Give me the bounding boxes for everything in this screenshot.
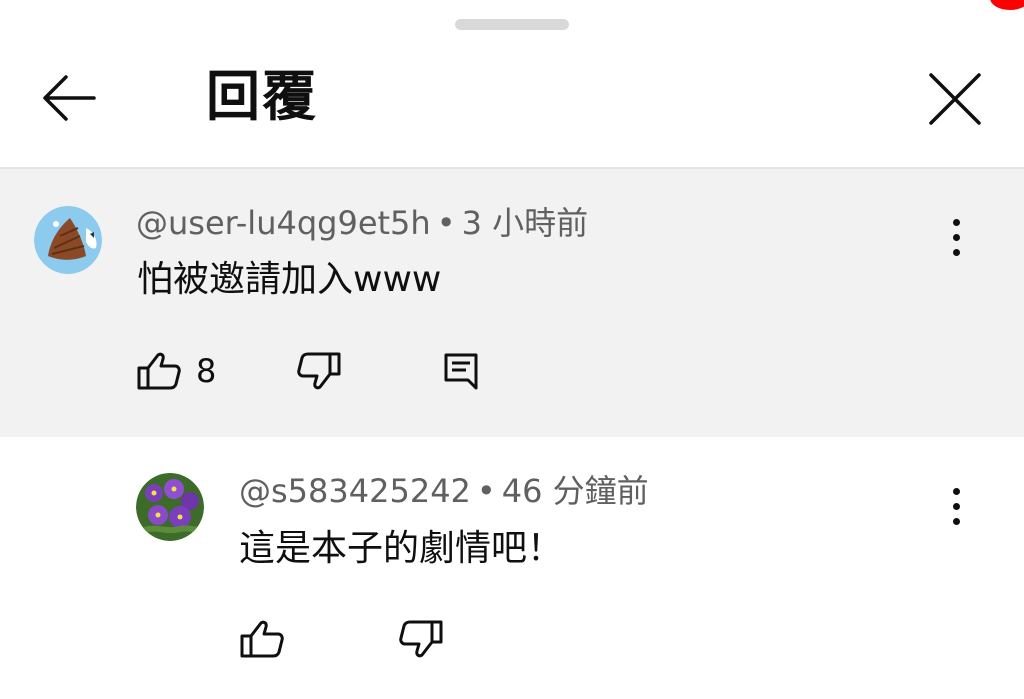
comment-time: 3 小時前 (461, 204, 589, 242)
back-button[interactable] (38, 66, 102, 130)
bamboo-shoot-avatar (34, 206, 102, 274)
like-count: 8 (196, 352, 217, 390)
avatar[interactable] (136, 473, 204, 541)
comment-text: 這是本子的劇情吧！ (239, 528, 564, 569)
comment-author[interactable]: @user-lu4qg9et5h (136, 204, 431, 242)
thumbs-down-icon (297, 352, 341, 390)
comment-time: 46 分鐘前 (501, 472, 649, 510)
dislike-button[interactable] (296, 349, 342, 393)
like-button[interactable] (239, 617, 285, 661)
close-icon (929, 73, 981, 125)
comment-text: 怕被邀請加入www (137, 259, 442, 300)
comment-menu-button[interactable] (941, 482, 971, 532)
dislike-button[interactable] (398, 617, 444, 661)
thumbs-up-icon (137, 352, 181, 390)
like-button[interactable]: 8 (136, 349, 216, 393)
reply-comment: @s583425242 • 46 分鐘前 這是本子的劇情吧！ (0, 437, 1024, 699)
thumbs-up-icon (240, 620, 284, 658)
comment-meta: @s583425242 • 46 分鐘前 (239, 471, 649, 511)
replies-header: 回覆 (0, 0, 1024, 169)
page-title: 回覆 (206, 65, 318, 128)
parent-comment: @user-lu4qg9et5h • 3 小時前 怕被邀請加入www 8 (0, 169, 1024, 437)
comment-meta: @user-lu4qg9et5h • 3 小時前 (136, 203, 588, 243)
thumbs-down-icon (399, 620, 443, 658)
comment-author[interactable]: @s583425242 (239, 472, 471, 510)
meta-separator: • (476, 472, 496, 510)
avatar[interactable] (34, 206, 102, 274)
close-button[interactable] (922, 66, 988, 132)
reply-button[interactable] (443, 349, 479, 393)
violet-flower-avatar (136, 473, 204, 541)
comment-menu-button[interactable] (941, 213, 971, 263)
comment-icon (444, 353, 478, 390)
drag-handle[interactable] (455, 19, 569, 30)
meta-separator: • (436, 204, 456, 242)
arrow-left-icon (43, 75, 96, 121)
